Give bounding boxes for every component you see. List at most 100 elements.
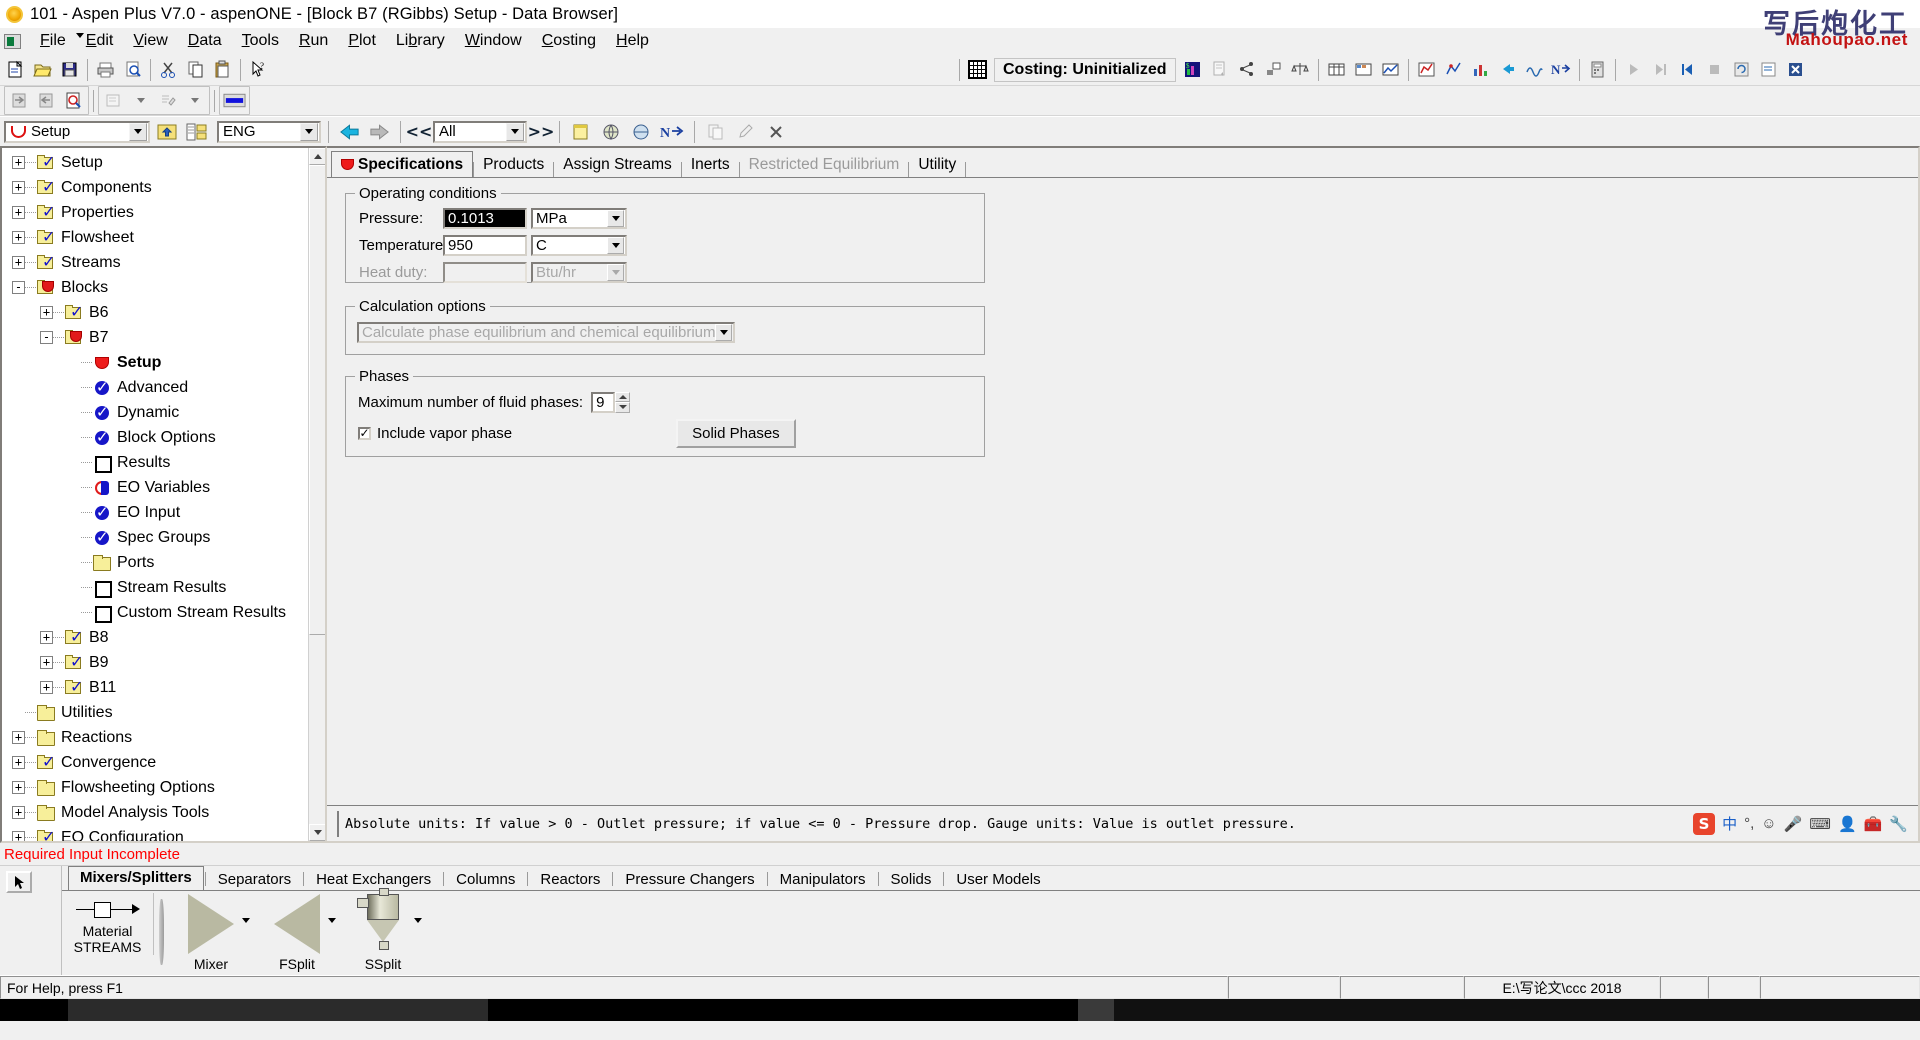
palette-tab-columns[interactable]: Columns	[445, 869, 526, 890]
balance-icon[interactable]	[1287, 57, 1313, 82]
edit-form-icon[interactable]	[155, 88, 180, 113]
taskbar-item-3[interactable]	[1078, 999, 1114, 1021]
menu-file[interactable]: File	[30, 30, 76, 52]
menu-plot[interactable]: Plot	[338, 30, 386, 52]
emoji-icon[interactable]: ☺	[1761, 815, 1776, 832]
next-button[interactable]: >>	[528, 119, 554, 144]
include-vapor-checkbox[interactable]: ✓	[358, 427, 371, 440]
notes-icon[interactable]	[568, 119, 593, 144]
edit2-icon[interactable]	[733, 119, 758, 144]
tree-item-blocks[interactable]: - Blocks	[2, 275, 308, 300]
fsplit-dropdown-icon[interactable]	[328, 918, 336, 939]
solid-phases-button[interactable]: Solid Phases	[676, 419, 796, 448]
back-nav-icon[interactable]	[337, 119, 362, 144]
tree-item-components[interactable]: + ✓ Components	[2, 175, 308, 200]
edit-dropdown-icon[interactable]	[182, 88, 207, 113]
tree-expander[interactable]: +	[12, 831, 25, 841]
step-icon[interactable]	[1647, 57, 1673, 82]
material-stream-icon[interactable]	[75, 897, 140, 923]
scroll-thumb[interactable]	[309, 165, 325, 635]
max-fluid-phases-stepper[interactable]: 9	[591, 391, 631, 413]
analysis-icon[interactable]	[1377, 57, 1403, 82]
palette-item-mixer[interactable]: Mixer	[168, 893, 254, 972]
new-document-icon[interactable]	[3, 57, 28, 82]
first-icon[interactable]	[1674, 57, 1700, 82]
tree-item-block-options[interactable]: ✓ Block Options	[2, 425, 308, 450]
tree-item-flowsheeting-options[interactable]: + Flowsheeting Options	[2, 775, 308, 800]
temperature-unit-combo[interactable]: C	[531, 234, 627, 256]
tree-expander[interactable]: +	[12, 756, 25, 769]
form-dropdown-icon[interactable]	[128, 88, 153, 113]
palette-tab-mixers-splitters[interactable]: Mixers/Splitters	[68, 866, 204, 890]
mixer-dropdown-icon[interactable]	[242, 918, 250, 939]
palette-item-fsplit[interactable]: FSplit	[254, 893, 340, 972]
tree-item-utilities[interactable]: Utilities	[2, 700, 308, 725]
units-select-arrow[interactable]	[300, 122, 318, 141]
tree-expander[interactable]: +	[12, 731, 25, 744]
pressure-unit-combo[interactable]: MPa	[531, 207, 627, 229]
palette-tab-reactors[interactable]: Reactors	[529, 869, 611, 890]
cut-icon[interactable]	[156, 57, 181, 82]
wave-icon[interactable]	[1521, 57, 1547, 82]
copy2-icon[interactable]	[703, 119, 728, 144]
tree-item-streams[interactable]: + ✓ Streams	[2, 250, 308, 275]
up-folder-icon[interactable]	[154, 119, 179, 144]
tree-item-b9[interactable]: + ✓ B9	[2, 650, 308, 675]
scroll-down-button[interactable]	[309, 824, 325, 841]
tree-item-model-analysis-tools[interactable]: + Model Analysis Tools	[2, 800, 308, 825]
tree-expander[interactable]: +	[40, 631, 53, 644]
reinit-icon[interactable]	[1728, 57, 1754, 82]
tree-item-setup[interactable]: Setup	[2, 350, 308, 375]
help-pointer-icon[interactable]: ?	[246, 57, 271, 82]
tree-expander[interactable]: +	[12, 181, 25, 194]
sogou-logo-icon[interactable]: S	[1693, 812, 1716, 835]
menu-data[interactable]: Data	[178, 30, 232, 52]
share-icon[interactable]	[1233, 57, 1259, 82]
forward-nav-icon[interactable]	[367, 119, 392, 144]
tree-expander[interactable]: +	[12, 156, 25, 169]
close-x-icon[interactable]	[1782, 57, 1808, 82]
print-preview-icon[interactable]	[120, 57, 145, 82]
tree-expander[interactable]: +	[12, 256, 25, 269]
tab-inerts[interactable]: Inerts	[681, 153, 739, 177]
tree-item-b6[interactable]: + ✓ B6	[2, 300, 308, 325]
blue-bar-icon[interactable]	[222, 88, 247, 113]
calculation-options-arrow[interactable]	[715, 324, 732, 341]
prev-button[interactable]: <<	[406, 119, 432, 144]
tree-item-eo-input[interactable]: ✓ EO Input	[2, 500, 308, 525]
move-in-icon[interactable]	[7, 88, 32, 113]
histogram-icon[interactable]	[1440, 57, 1466, 82]
window-icon[interactable]	[1260, 57, 1286, 82]
tree-expander[interactable]: -	[40, 331, 53, 344]
print-icon[interactable]	[93, 57, 118, 82]
taskbar-start[interactable]	[0, 999, 68, 1021]
calculation-options-combo[interactable]: Calculate phase equilibrium and chemical…	[357, 322, 735, 343]
tab-specifications[interactable]: Specifications	[331, 151, 474, 177]
tree-item-b11[interactable]: + ✓ B11	[2, 675, 308, 700]
tree-item-custom-stream-results[interactable]: Custom Stream Results	[2, 600, 308, 625]
max-fluid-phases-input[interactable]: 9	[591, 391, 616, 413]
palette-tab-pressure-changers[interactable]: Pressure Changers	[614, 869, 765, 890]
tree-expander[interactable]: +	[12, 781, 25, 794]
ime-mode-label[interactable]: 中	[1722, 813, 1737, 834]
tab-utility[interactable]: Utility	[909, 153, 966, 177]
system-menu-icon[interactable]	[4, 33, 21, 49]
tree-expander[interactable]: +	[12, 206, 25, 219]
palette-tab-separators[interactable]: Separators	[207, 869, 302, 890]
report-icon[interactable]	[1206, 57, 1232, 82]
table-icon[interactable]	[1323, 57, 1349, 82]
include-vapor-checkbox-row[interactable]: ✓ Include vapor phase	[358, 425, 512, 442]
menu-window[interactable]: Window	[455, 30, 532, 52]
next-input-icon[interactable]: N	[1548, 57, 1574, 82]
taskbar-item-2[interactable]	[488, 999, 1078, 1021]
tree-item-setup[interactable]: + ✓ Setup	[2, 150, 308, 175]
tree-expander[interactable]: -	[12, 281, 25, 294]
stepper-up[interactable]	[615, 391, 631, 402]
menu-costing[interactable]: Costing	[532, 30, 606, 52]
tree-expander[interactable]: +	[12, 806, 25, 819]
mic-icon[interactable]: 🎤	[1784, 815, 1803, 833]
tree-item-properties[interactable]: + ✓ Properties	[2, 200, 308, 225]
tree-item-advanced[interactable]: ✓ Advanced	[2, 375, 308, 400]
costing-chart-icon[interactable]: $	[1179, 57, 1205, 82]
palette-tab-user-models[interactable]: User Models	[945, 869, 1051, 890]
